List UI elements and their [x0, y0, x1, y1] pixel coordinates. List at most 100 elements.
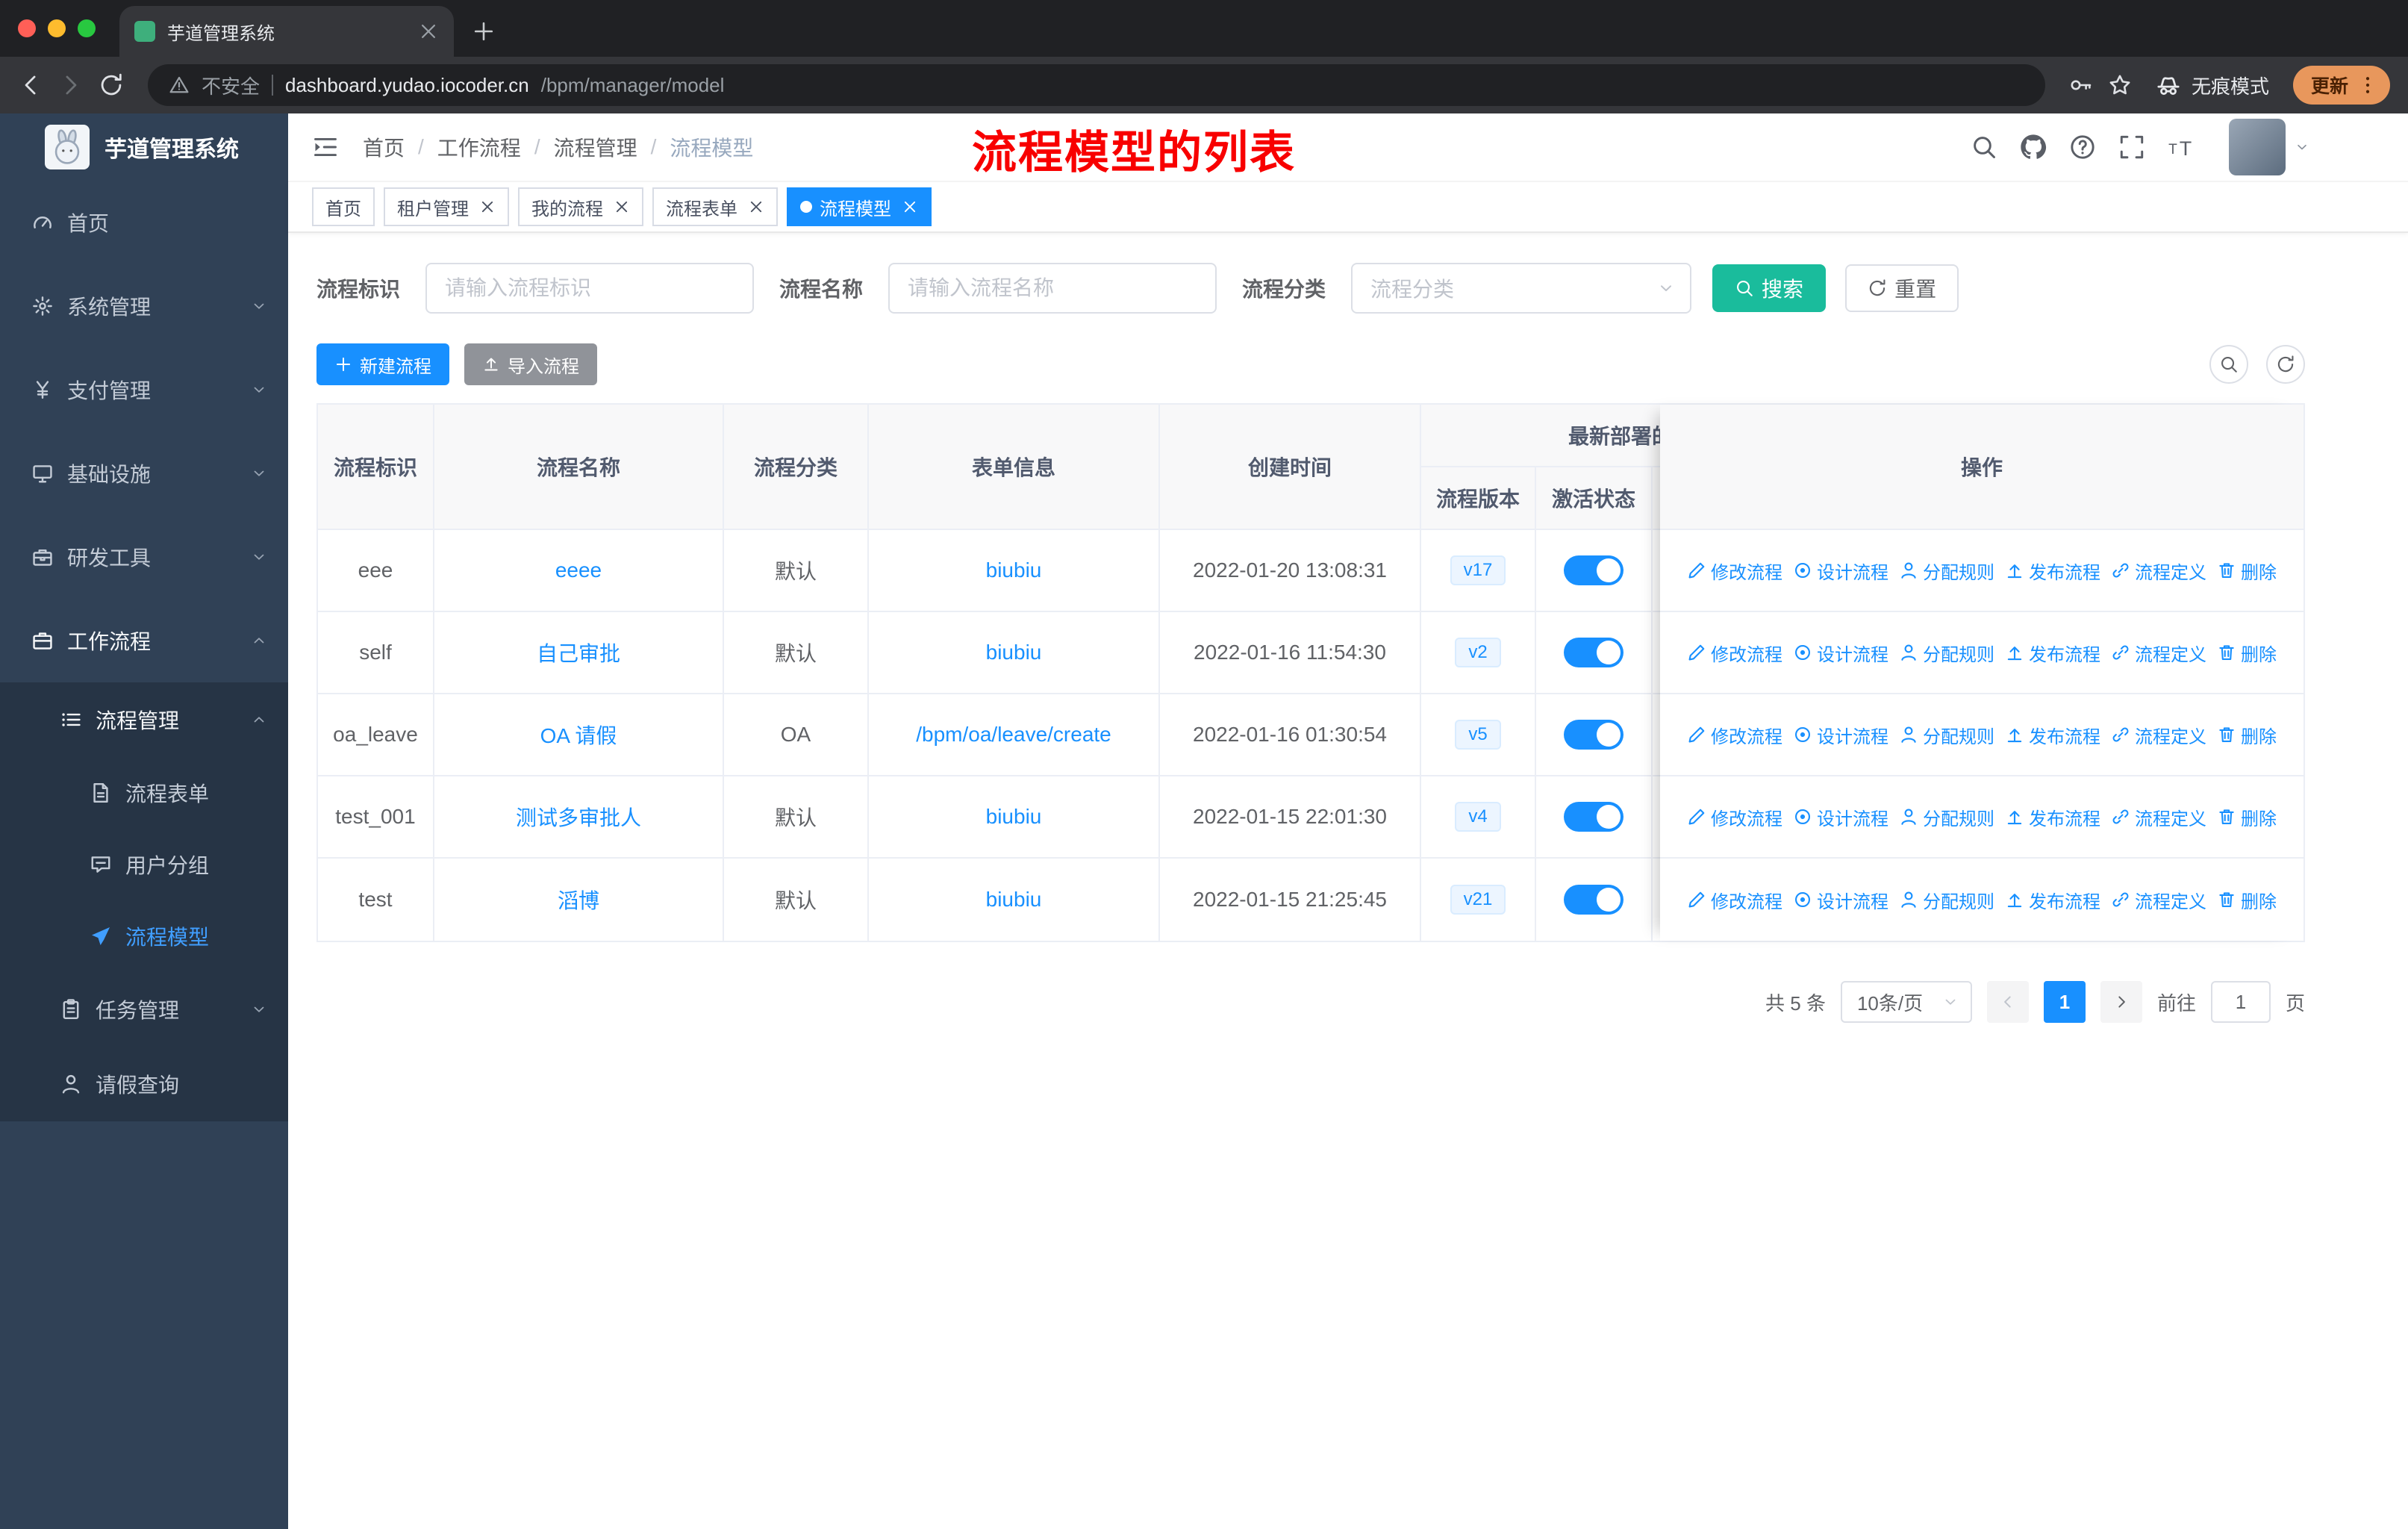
browser-tab[interactable]: 芋道管理系统 [119, 6, 454, 57]
delete-action[interactable]: 删除 [2217, 722, 2277, 748]
tag-home[interactable]: 首页 [312, 187, 375, 226]
action-publish[interactable]: 发布流程 [2005, 640, 2100, 666]
url-bar[interactable]: 不安全 dashboard.yudao.iocoder.cn/bpm/manag… [148, 64, 2045, 106]
action-person[interactable]: 分配规则 [1899, 804, 1994, 830]
action-link[interactable]: 流程定义 [2111, 722, 2206, 748]
close-window-button[interactable] [18, 19, 36, 37]
process-id-input[interactable] [425, 263, 755, 314]
action-link[interactable]: 流程定义 [2111, 804, 2206, 830]
forward-button[interactable] [58, 72, 84, 98]
active-status-toggle[interactable] [1564, 555, 1623, 585]
action-edit[interactable]: 修改流程 [1687, 804, 1782, 830]
goto-page-input[interactable] [2210, 981, 2271, 1023]
active-status-toggle[interactable] [1564, 720, 1623, 750]
security-warning-icon[interactable] [169, 75, 190, 96]
form-info-link[interactable]: biubiu [986, 888, 1042, 912]
sidebar-item-leave-query[interactable]: 请假查询 [0, 1047, 288, 1121]
delete-action[interactable]: 删除 [2217, 804, 2277, 830]
avatar[interactable] [2229, 119, 2286, 175]
category-select[interactable]: 流程分类 [1351, 263, 1692, 314]
action-design[interactable]: 设计流程 [1793, 804, 1888, 830]
tag-close-icon[interactable] [748, 199, 764, 215]
action-design[interactable]: 设计流程 [1793, 722, 1888, 748]
breadcrumb-item[interactable]: 流程管理 [554, 132, 637, 162]
action-edit[interactable]: 修改流程 [1687, 640, 1782, 666]
delete-action[interactable]: 删除 [2217, 640, 2277, 666]
sidebar-item-system-management[interactable]: 系统管理 [0, 264, 288, 348]
password-key-icon[interactable] [2069, 73, 2093, 97]
prev-page-button[interactable] [1986, 981, 2029, 1023]
tag-close-icon[interactable] [902, 199, 918, 215]
process-name-link[interactable]: OA 请假 [540, 720, 617, 750]
new-tab-button[interactable] [472, 19, 496, 43]
sidebar-item-process-model[interactable]: 流程模型 [0, 900, 288, 972]
delete-action[interactable]: 删除 [2217, 887, 2277, 913]
breadcrumb-item[interactable]: 首页 [363, 132, 405, 162]
browser-menu-icon[interactable] [2357, 75, 2378, 96]
active-status-toggle[interactable] [1564, 885, 1623, 915]
minimize-window-button[interactable] [48, 19, 66, 37]
sidebar-item-user-group[interactable]: 用户分组 [0, 829, 288, 900]
process-name-link[interactable]: 自己审批 [537, 638, 620, 667]
sidebar-item-workflow[interactable]: 工作流程 [0, 599, 288, 682]
tag-close-icon[interactable] [479, 199, 496, 215]
breadcrumb-item[interactable]: 工作流程 [437, 132, 521, 162]
form-info-link[interactable]: /bpm/oa/leave/create [916, 723, 1111, 747]
user-menu[interactable] [2229, 119, 2309, 175]
action-link[interactable]: 流程定义 [2111, 887, 2206, 913]
action-person[interactable]: 分配规则 [1899, 887, 1994, 913]
action-design[interactable]: 设计流程 [1793, 558, 1888, 584]
action-publish[interactable]: 发布流程 [2005, 558, 2100, 584]
action-design[interactable]: 设计流程 [1793, 640, 1888, 666]
action-design[interactable]: 设计流程 [1793, 887, 1888, 913]
reload-button[interactable] [99, 72, 124, 98]
action-person[interactable]: 分配规则 [1899, 640, 1994, 666]
page-1-button[interactable]: 1 [2043, 981, 2086, 1023]
action-edit[interactable]: 修改流程 [1687, 887, 1782, 913]
action-publish[interactable]: 发布流程 [2005, 804, 2100, 830]
action-publish[interactable]: 发布流程 [2005, 887, 2100, 913]
sidebar-item-dev-tools[interactable]: 研发工具 [0, 515, 288, 599]
form-info-link[interactable]: biubiu [986, 558, 1042, 582]
active-status-toggle[interactable] [1564, 802, 1623, 832]
process-name-input[interactable] [888, 263, 1217, 314]
sidebar-item-infrastructure[interactable]: 基础设施 [0, 432, 288, 515]
action-link[interactable]: 流程定义 [2111, 558, 2206, 584]
action-publish[interactable]: 发布流程 [2005, 722, 2100, 748]
search-icon[interactable] [1971, 134, 1997, 161]
reset-button[interactable]: 重置 [1845, 264, 1959, 312]
process-name-link[interactable]: eeee [555, 558, 602, 582]
action-link[interactable]: 流程定义 [2111, 640, 2206, 666]
refresh-table-button[interactable] [2266, 345, 2305, 384]
tag-close-icon[interactable] [614, 199, 630, 215]
tag-tenant[interactable]: 租户管理 [384, 187, 509, 226]
toggle-search-button[interactable] [2209, 345, 2248, 384]
help-icon[interactable] [2069, 134, 2096, 161]
form-info-link[interactable]: biubiu [986, 805, 1042, 829]
browser-update-button[interactable]: 更新 [2292, 66, 2390, 105]
action-person[interactable]: 分配规则 [1899, 558, 1994, 584]
maximize-window-button[interactable] [78, 19, 96, 37]
sidebar-item-process-management[interactable]: 流程管理 [0, 682, 288, 757]
create-process-button[interactable]: 新建流程 [316, 343, 449, 385]
page-size-select[interactable]: 10条/页 [1840, 981, 1972, 1023]
tab-close-icon[interactable] [418, 21, 439, 42]
tag-my-process[interactable]: 我的流程 [518, 187, 643, 226]
search-button[interactable]: 搜索 [1712, 264, 1827, 312]
fullscreen-icon[interactable] [2118, 134, 2145, 161]
process-name-link[interactable]: 测试多审批人 [516, 802, 641, 832]
tag-process-model[interactable]: 流程模型 [787, 187, 932, 226]
bookmark-star-icon[interactable] [2108, 73, 2132, 97]
delete-action[interactable]: 删除 [2217, 558, 2277, 584]
sidebar-item-home[interactable]: 首页 [0, 181, 288, 264]
back-button[interactable] [18, 72, 43, 98]
collapse-sidebar-icon[interactable] [312, 134, 339, 161]
action-person[interactable]: 分配规则 [1899, 722, 1994, 748]
next-page-button[interactable] [2100, 981, 2142, 1023]
github-icon[interactable] [2020, 134, 2047, 161]
sidebar-item-process-form[interactable]: 流程表单 [0, 757, 288, 829]
active-status-toggle[interactable] [1564, 638, 1623, 667]
tag-process-form[interactable]: 流程表单 [652, 187, 778, 226]
process-name-link[interactable]: 滔博 [558, 885, 599, 915]
import-process-button[interactable]: 导入流程 [464, 343, 597, 385]
